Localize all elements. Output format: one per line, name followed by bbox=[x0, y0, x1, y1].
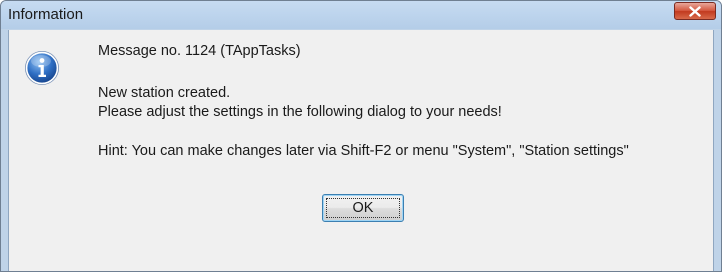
ok-button[interactable]: OK bbox=[322, 194, 404, 222]
information-dialog: Information Message no. 1124 (TAppTasks) bbox=[0, 0, 722, 272]
ok-button-label: OK bbox=[352, 200, 374, 216]
dialog-body: Message no. 1124 (TAppTasks) New station… bbox=[8, 30, 714, 271]
hint-text: Hint: You can make changes later via Shi… bbox=[98, 143, 629, 159]
close-icon bbox=[689, 5, 701, 17]
title-bar[interactable]: Information bbox=[1, 1, 721, 29]
dialog-title: Information bbox=[8, 6, 84, 23]
close-button[interactable] bbox=[674, 2, 716, 20]
message-line-1: New station created. bbox=[98, 85, 231, 101]
info-icon bbox=[25, 51, 59, 85]
message-number: Message no. 1124 (TAppTasks) bbox=[98, 43, 301, 59]
message-line-2: Please adjust the settings in the follow… bbox=[98, 104, 502, 120]
